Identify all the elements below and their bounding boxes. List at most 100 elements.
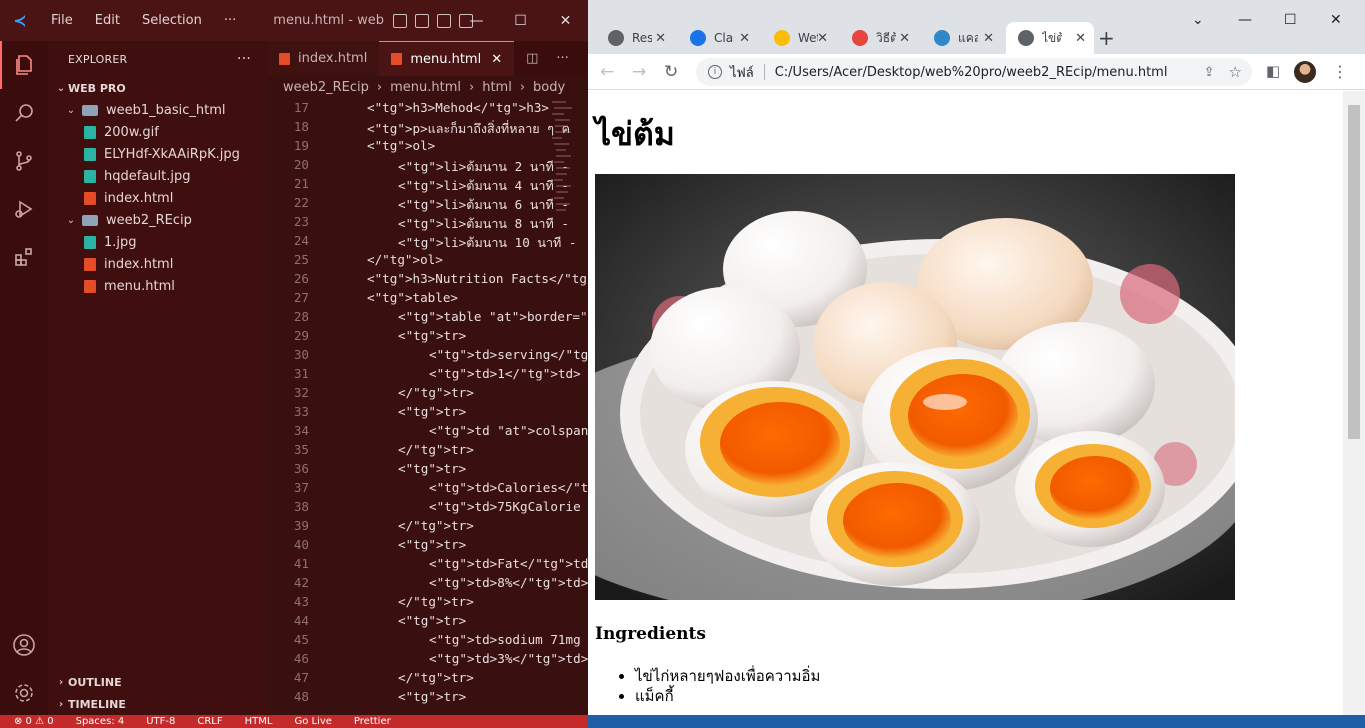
tab-search-icon[interactable]: ⌄: [1192, 12, 1204, 28]
close-tab-icon[interactable]: ✕: [655, 31, 666, 46]
code-line[interactable]: </"tg">tr>: [398, 594, 474, 609]
vscode-maximize-button[interactable]: ☐: [498, 0, 543, 41]
code-line[interactable]: </"tg">tr>: [398, 385, 474, 400]
source-control-icon[interactable]: [0, 137, 48, 185]
breadcrumb-folder[interactable]: weeb2_REcip: [283, 80, 369, 95]
code-line[interactable]: <"tg">li>ต้มนาน 10 นาที -: [398, 233, 577, 253]
account-icon[interactable]: [0, 621, 48, 669]
browser-tab[interactable]: แคลอรี่ไข่ ✕: [922, 22, 1002, 54]
tree-item[interactable]: ⌄ weeb2_REcip: [48, 209, 267, 231]
code-line[interactable]: <"tg">td>Fat</"tg">td>: [429, 556, 588, 571]
breadcrumb-file[interactable]: menu.html: [390, 80, 461, 95]
eol-status[interactable]: CRLF: [197, 716, 222, 727]
code-line[interactable]: <"tg">td>75KgCalorie: [429, 499, 581, 514]
browser-tab[interactable]: Wet✕: [762, 22, 836, 54]
code-area[interactable]: 17 <"tg">h3>Mehod</"tg">h3> 18 <"tg">p>และก…: [267, 98, 588, 715]
address-bar[interactable]: i ไฟล์ C:/Users/Acer/Desktop/web%20pro/w…: [696, 58, 1252, 86]
code-line[interactable]: <"tg">h3>Mehod</"tg">h3>: [367, 100, 549, 115]
prettier-status[interactable]: Prettier: [354, 716, 391, 727]
page-scrollbar[interactable]: [1343, 91, 1365, 715]
minimap[interactable]: [552, 98, 574, 258]
indent-status[interactable]: Spaces: 4: [76, 716, 125, 727]
code-line[interactable]: </"tg">ol>: [367, 252, 443, 267]
toggle-sidebar-icon[interactable]: [393, 13, 408, 28]
vscode-close-button[interactable]: ✕: [543, 0, 588, 41]
toggle-secondary-sidebar-icon[interactable]: [437, 13, 452, 28]
chrome-maximize-button[interactable]: ☐: [1284, 12, 1297, 28]
code-line[interactable]: <"tg">table>: [367, 290, 458, 305]
browser-tab[interactable]: Res ✕: [596, 22, 674, 54]
code-line[interactable]: <"tg">tr>: [398, 328, 466, 343]
encoding-status[interactable]: UTF-8: [146, 716, 175, 727]
menu-file[interactable]: File: [40, 13, 84, 28]
outline-section[interactable]: › OUTLINE: [48, 671, 267, 693]
go-live-status[interactable]: Go Live: [294, 716, 331, 727]
code-line[interactable]: <"tg">tr>: [398, 537, 466, 552]
code-line[interactable]: <"tg">p>และก็มาถึงสิ่งที่หลาย ๆ ค: [367, 119, 570, 139]
browser-tab[interactable]: วิธีต้มไข่✕: [840, 22, 918, 54]
chrome-minimize-button[interactable]: —: [1238, 12, 1252, 28]
close-tab-icon[interactable]: ✕: [899, 31, 910, 46]
code-line[interactable]: <"tg">td>serving</"tg">td: [429, 347, 588, 362]
menu-selection[interactable]: Selection: [131, 13, 213, 28]
url-text[interactable]: C:/Users/Acer/Desktop/web%20pro/weeb2_RE…: [775, 65, 1168, 80]
run-debug-icon[interactable]: [0, 185, 48, 233]
tree-item[interactable]: ELYHdf-XkAAiRpK.jpg: [48, 143, 267, 165]
site-info-icon[interactable]: i: [708, 65, 722, 79]
bookmark-star-icon[interactable]: ☆: [1229, 63, 1242, 81]
explorer-icon[interactable]: [0, 41, 48, 89]
code-line[interactable]: <"tg">h3>Nutrition Facts</"tg">h3: [367, 271, 588, 286]
tab-menu-html[interactable]: menu.html ✕: [379, 41, 515, 76]
code-line[interactable]: <"tg">li>ต้มนาน 8 นาที -: [398, 214, 569, 234]
share-icon[interactable]: ⇪: [1204, 65, 1215, 80]
code-line[interactable]: <"tg">td>8%</"tg">td>: [429, 575, 588, 590]
code-line[interactable]: <"tg">li>ต้มนาน 2 นาที -: [398, 157, 569, 177]
code-line[interactable]: <"tg">tr>: [398, 461, 466, 476]
code-line[interactable]: <"tg">td>1</"tg">td>: [429, 366, 581, 381]
problems-status[interactable]: ⊗ 0 ⚠ 0: [14, 716, 54, 727]
toggle-panel-icon[interactable]: [415, 13, 430, 28]
profile-avatar[interactable]: [1294, 61, 1316, 83]
code-line[interactable]: </"tg">tr>: [398, 442, 474, 457]
chrome-close-button[interactable]: ✕: [1330, 12, 1342, 28]
language-status[interactable]: HTML: [245, 716, 273, 727]
tree-item[interactable]: index.html: [48, 253, 267, 275]
close-tab-icon[interactable]: ✕: [1075, 31, 1086, 46]
side-panel-icon[interactable]: ◧: [1266, 62, 1280, 80]
explorer-more-icon[interactable]: ···: [237, 51, 251, 67]
close-tab-icon[interactable]: ✕: [739, 31, 750, 46]
tree-item[interactable]: index.html: [48, 187, 267, 209]
code-line[interactable]: <"tg">tr>: [398, 613, 466, 628]
new-tab-button[interactable]: +: [1098, 26, 1115, 50]
close-tab-icon[interactable]: ✕: [817, 31, 828, 46]
tree-item[interactable]: ⌄ weeb1_basic_html: [48, 99, 267, 121]
forward-arrow-icon[interactable]: →: [632, 62, 646, 82]
workspace-root[interactable]: ⌄ WEB PRO: [48, 77, 267, 99]
close-tab-icon[interactable]: ✕: [491, 52, 502, 67]
editor-more-icon[interactable]: ···: [550, 41, 574, 76]
tab-index-html[interactable]: index.html: [267, 41, 380, 76]
code-line[interactable]: <"tg">td>3%</"tg">td>: [429, 651, 588, 666]
menu-edit[interactable]: Edit: [84, 13, 131, 28]
breadcrumb-html[interactable]: html: [482, 80, 512, 95]
tree-item[interactable]: 1.jpg: [48, 231, 267, 253]
code-line[interactable]: <"tg">ol>: [367, 138, 435, 153]
code-line[interactable]: <"tg">table "at">border="1">: [398, 309, 588, 324]
tree-item[interactable]: 200w.gif: [48, 121, 267, 143]
code-line[interactable]: <"tg">li>ต้มนาน 6 นาที -: [398, 195, 569, 215]
menu-more[interactable]: ···: [213, 13, 247, 28]
extensions-icon[interactable]: [0, 233, 48, 281]
code-line[interactable]: <"tg">td>Calories</"tg">t: [429, 480, 588, 495]
breadcrumb-body[interactable]: body: [533, 80, 565, 95]
search-icon[interactable]: [0, 89, 48, 137]
settings-gear-icon[interactable]: [0, 669, 48, 717]
vscode-minimize-button[interactable]: —: [454, 0, 499, 41]
code-line[interactable]: </"tg">tr>: [398, 518, 474, 533]
reload-icon[interactable]: ↻: [664, 62, 678, 82]
timeline-section[interactable]: › TIMELINE: [48, 693, 267, 715]
back-arrow-icon[interactable]: ←: [600, 62, 614, 82]
chrome-menu-icon[interactable]: ⋮: [1332, 62, 1348, 81]
browser-tab[interactable]: Clas ✕: [678, 22, 758, 54]
close-tab-icon[interactable]: ✕: [983, 31, 994, 46]
code-line[interactable]: <"tg">tr>: [398, 404, 466, 419]
